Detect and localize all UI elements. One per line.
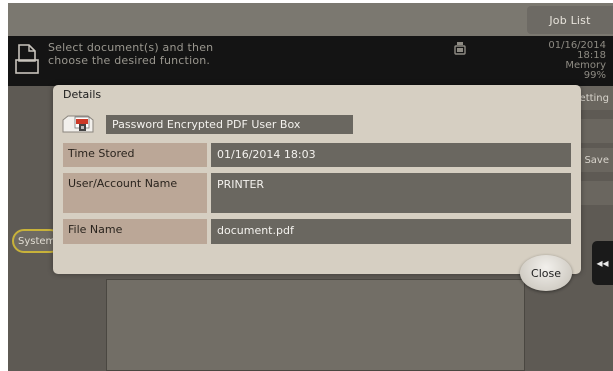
dialog-title: Details <box>63 88 102 101</box>
message-bar: Select document(s) and then choose the d… <box>8 36 613 86</box>
instruction-message: Select document(s) and then choose the d… <box>48 41 213 67</box>
document-list-panel <box>106 279 525 371</box>
toner-status-icon <box>454 42 466 55</box>
user-account-name-value: PRINTER <box>211 173 571 213</box>
top-strip: Job List <box>8 3 613 36</box>
details-dialog: Details Password Encrypted PDF User Box … <box>53 85 581 291</box>
user-account-name-label: User/Account Name <box>63 173 207 213</box>
close-button[interactable]: Close <box>520 255 572 291</box>
box-name-field: Password Encrypted PDF User Box <box>106 115 353 134</box>
pdf-box-icon <box>62 115 94 133</box>
message-line-2: choose the desired function. <box>48 54 211 67</box>
memory-value: 99% <box>583 70 606 81</box>
file-name-value: document.pdf <box>211 219 571 244</box>
message-line-1: Select document(s) and then <box>48 41 214 54</box>
collapse-panel-button[interactable]: ◂◂ <box>592 241 613 285</box>
document-icon <box>15 44 39 74</box>
time-stored-value: 01/16/2014 18:03 <box>211 143 571 167</box>
time-stored-label: Time Stored <box>63 143 207 167</box>
file-name-label: File Name <box>63 219 207 244</box>
job-list-button[interactable]: Job List <box>527 6 613 34</box>
